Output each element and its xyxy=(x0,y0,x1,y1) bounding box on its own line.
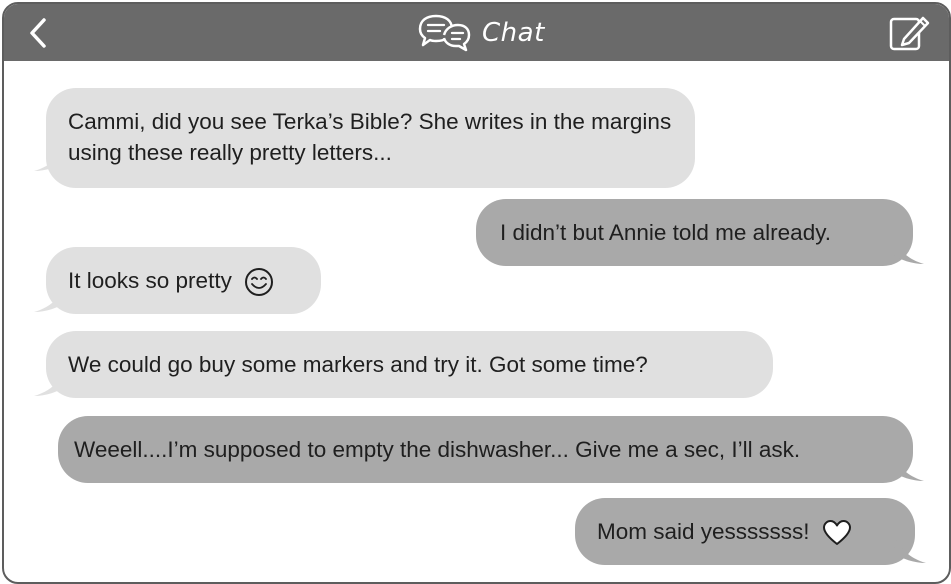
message-text: We could go buy some markers and try it.… xyxy=(68,352,648,377)
compose-icon[interactable] xyxy=(887,13,931,53)
chevron-left-icon[interactable] xyxy=(24,16,54,50)
chat-window: Chat Cammi, did you see Terka’s Bible? S… xyxy=(2,2,951,584)
chat-header: Chat xyxy=(4,4,949,61)
bubble-tail xyxy=(892,240,924,264)
bubble-tail xyxy=(34,147,66,171)
message-text: Weeell....I’m supposed to empty the dish… xyxy=(74,437,801,462)
smiling-face-icon xyxy=(245,268,274,297)
bubble-tail xyxy=(894,539,926,563)
message-received: We could go buy some markers and try it.… xyxy=(46,331,773,398)
message-received: Cammi, did you see Terka’s Bible? She wr… xyxy=(46,88,695,188)
message-text: Mom said yesssssss! xyxy=(597,519,810,544)
message-sent: Mom said yesssssss! xyxy=(575,498,915,565)
message-sent: Weeell....I’m supposed to empty the dish… xyxy=(58,416,913,483)
message-sent: I didn’t but Annie told me already. xyxy=(476,199,913,266)
heart-icon xyxy=(822,520,851,546)
message-received: It looks so pretty xyxy=(46,247,321,314)
header-title-group: Chat xyxy=(414,13,545,53)
bubble-tail xyxy=(34,288,66,312)
chat-bubbles-icon xyxy=(418,14,471,52)
message-text: Cammi, did you see Terka’s Bible? She wr… xyxy=(68,109,672,165)
page-title: Chat xyxy=(482,18,545,48)
message-text: It looks so pretty xyxy=(68,268,232,293)
bubble-tail xyxy=(34,372,66,396)
bubble-tail xyxy=(892,457,924,481)
message-text: I didn’t but Annie told me already. xyxy=(500,220,832,245)
